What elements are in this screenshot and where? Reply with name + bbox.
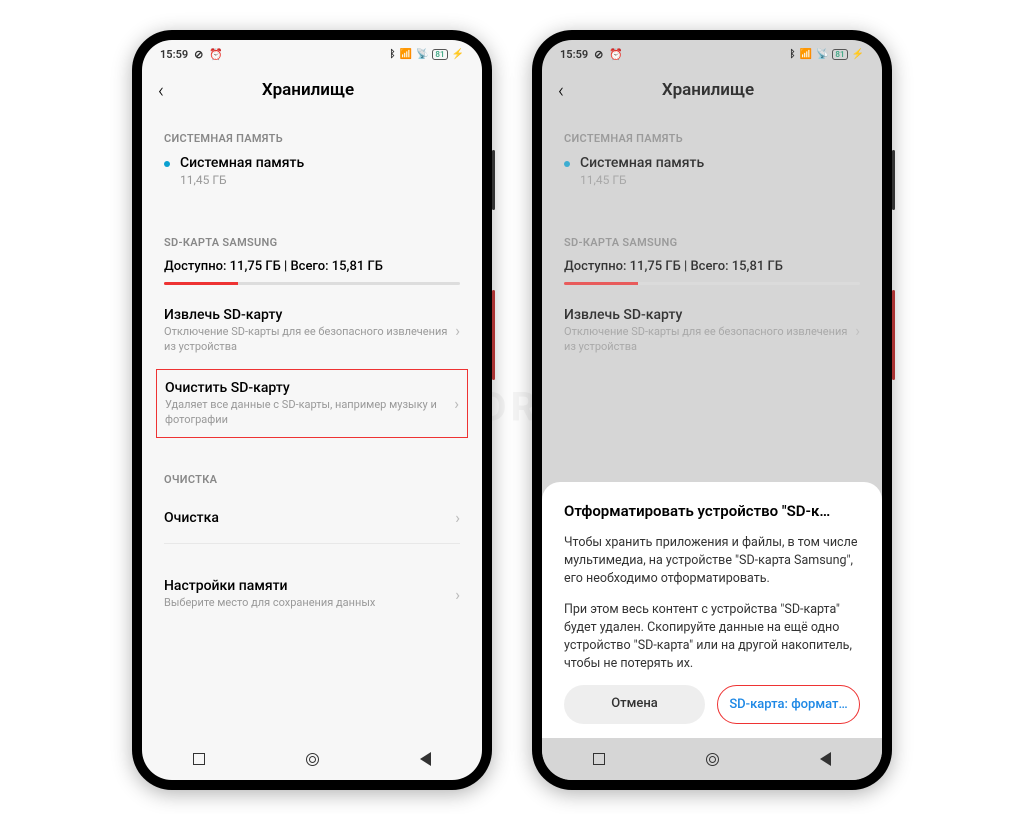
- eject-sd-row: Извлечь SD-карту Отключение SD-карты для…: [542, 295, 882, 367]
- volume-button: [892, 150, 895, 210]
- system-memory-size: 11,45 ГБ: [580, 173, 704, 187]
- eject-subtitle: Отключение SD-карты для ее безопасного и…: [564, 325, 855, 355]
- volume-button: [492, 150, 495, 210]
- eject-subtitle: Отключение SD-карты для ее безопасного и…: [164, 325, 455, 355]
- battery-indicator: 81: [832, 49, 847, 60]
- nav-recent-button[interactable]: [593, 753, 605, 765]
- alarm-icon: ⏰: [209, 48, 223, 61]
- highlight-clear-sd: Очистить SD-карту Удаляет все данные с S…: [156, 369, 468, 439]
- status-bar: 15:59 ⊘ ⏰ ᛒ 📶 📡 81 ⚡: [142, 40, 482, 68]
- sd-storage-summary: Доступно: 11,75 ГБ | Всего: 15,81 ГБ: [164, 259, 460, 274]
- system-memory-row: Системная память 11,45 ГБ: [542, 155, 882, 201]
- sd-storage-summary: Доступно: 11,75 ГБ | Всего: 15,81 ГБ: [564, 259, 860, 274]
- status-bar: 15:59 ⊘ ⏰ ᛒ 📶 📡 81 ⚡: [542, 40, 882, 68]
- settings-subtitle: Выберите место для сохранения данных: [164, 596, 455, 611]
- dialog-paragraph-2: При этом весь контент с устройства "SD-к…: [564, 601, 860, 674]
- format-button[interactable]: SD-карта: формат…: [717, 685, 860, 724]
- eject-title: Извлечь SD-карту: [164, 307, 455, 323]
- wifi-icon: 📡: [416, 49, 428, 60]
- power-button: [892, 290, 895, 380]
- dnd-icon: ⊘: [194, 48, 203, 61]
- bullet-icon: [164, 161, 170, 167]
- status-time: 15:59: [160, 48, 188, 61]
- system-memory-title: Системная память: [580, 155, 704, 171]
- settings-title: Настройки памяти: [164, 578, 455, 594]
- nav-back-button[interactable]: [820, 752, 831, 766]
- alarm-icon: ⏰: [609, 48, 623, 61]
- eject-sd-row[interactable]: Извлечь SD-карту Отключение SD-карты для…: [142, 295, 482, 367]
- chevron-right-icon: ›: [454, 394, 459, 413]
- eject-title: Извлечь SD-карту: [564, 307, 855, 323]
- section-system-label: СИСТЕМНАЯ ПАМЯТЬ: [542, 118, 882, 155]
- nav-bar: [542, 738, 882, 780]
- memory-settings-row[interactable]: Настройки памяти Выберите место для сохр…: [142, 566, 482, 623]
- cancel-button[interactable]: Отмена: [564, 685, 705, 724]
- chevron-right-icon: ›: [455, 585, 460, 604]
- cleanup-row[interactable]: Очистка ›: [142, 496, 482, 539]
- nav-home-button[interactable]: [306, 753, 319, 766]
- dialog-title: Отформатировать устройство "SD-к…: [564, 502, 860, 520]
- status-time: 15:59: [560, 48, 588, 61]
- system-memory-row[interactable]: Системная память 11,45 ГБ: [142, 155, 482, 201]
- page-header: ‹ Хранилище: [542, 68, 882, 118]
- signal-icon: 📶: [400, 49, 412, 60]
- sd-progress-bar: [564, 282, 860, 285]
- phone-left: 15:59 ⊘ ⏰ ᛒ 📶 📡 81 ⚡ ‹ Хранилище СИСТЕМН…: [132, 30, 492, 790]
- bluetooth-icon: ᛒ: [790, 49, 796, 60]
- section-system-label: СИСТЕМНАЯ ПАМЯТЬ: [142, 118, 482, 155]
- wifi-icon: 📡: [816, 49, 828, 60]
- system-memory-size: 11,45 ГБ: [180, 173, 304, 187]
- format-dialog: Отформатировать устройство "SD-к… Чтобы …: [542, 482, 882, 738]
- battery-indicator: 81: [432, 49, 447, 60]
- signal-icon: 📶: [800, 49, 812, 60]
- chevron-right-icon: ›: [855, 321, 860, 340]
- dialog-paragraph-1: Чтобы хранить приложения и файлы, в том …: [564, 534, 860, 588]
- clear-sd-row[interactable]: Очистить SD-карту Удаляет все данные с S…: [165, 380, 459, 428]
- section-sd-label: SD-КАРТА SAMSUNG: [142, 222, 482, 259]
- nav-home-button[interactable]: [706, 753, 719, 766]
- charging-icon: ⚡: [452, 49, 464, 60]
- nav-bar: [142, 738, 482, 780]
- section-sd-label: SD-КАРТА SAMSUNG: [542, 222, 882, 259]
- clear-subtitle: Удаляет все данные с SD-карты, например …: [165, 398, 454, 428]
- page-header: ‹ Хранилище: [142, 68, 482, 118]
- dnd-icon: ⊘: [594, 48, 603, 61]
- clear-title: Очистить SD-карту: [165, 380, 454, 396]
- cleanup-title: Очистка: [164, 510, 455, 526]
- page-title: Хранилище: [150, 80, 466, 100]
- nav-recent-button[interactable]: [193, 753, 205, 765]
- page-title: Хранилище: [550, 80, 866, 100]
- charging-icon: ⚡: [852, 49, 864, 60]
- nav-back-button[interactable]: [420, 752, 431, 766]
- chevron-right-icon: ›: [455, 508, 460, 527]
- phone-right: 15:59 ⊘ ⏰ ᛒ 📶 📡 81 ⚡ ‹ Хранилище СИСТЕМН…: [532, 30, 892, 790]
- section-cleanup-label: ОЧИСТКА: [142, 459, 482, 496]
- separator: [164, 543, 460, 544]
- power-button: [492, 290, 495, 380]
- chevron-right-icon: ›: [455, 321, 460, 340]
- bluetooth-icon: ᛒ: [390, 49, 396, 60]
- system-memory-title: Системная память: [180, 155, 304, 171]
- sd-progress-bar: [164, 282, 460, 285]
- bullet-icon: [564, 161, 570, 167]
